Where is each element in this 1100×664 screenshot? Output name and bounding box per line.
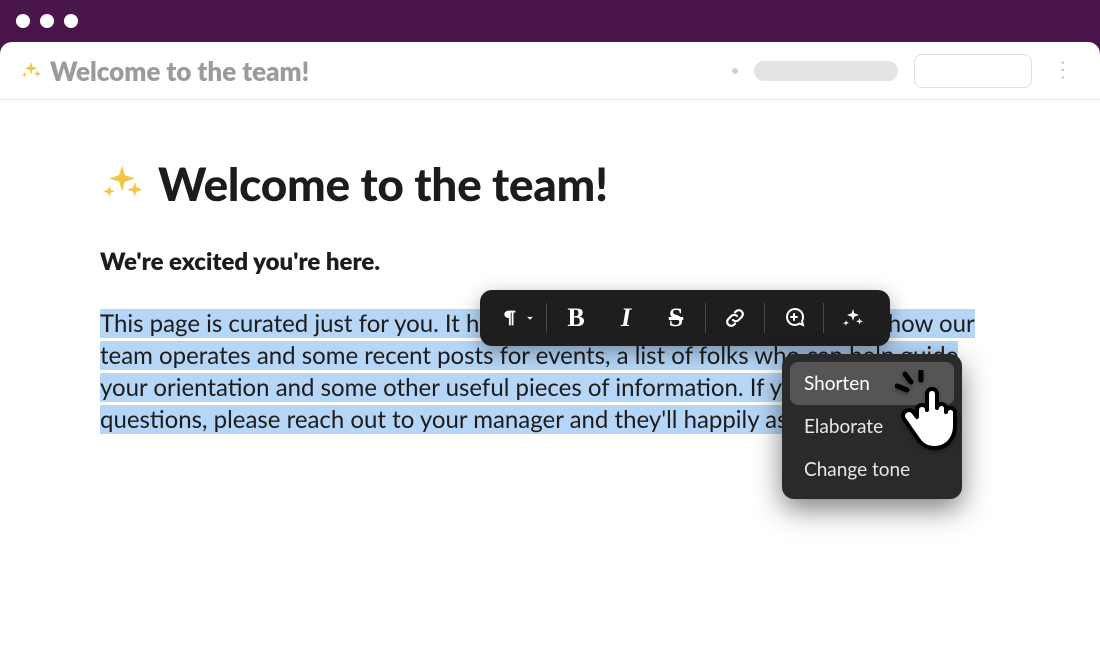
page-title[interactable]: Welcome to the team!: [158, 156, 608, 211]
bold-icon: B: [567, 303, 584, 333]
toolbar-separator: [705, 303, 706, 333]
italic-icon: I: [621, 303, 631, 333]
document-subhead[interactable]: We're excited you're here.: [100, 247, 1000, 276]
ai-menu-item-elaborate[interactable]: Elaborate: [790, 405, 954, 448]
tab-title: Welcome to the team!: [50, 55, 309, 87]
toolbar-separator: [546, 303, 547, 333]
toolbar-separator: [764, 303, 765, 333]
traffic-light-minimize[interactable]: [40, 14, 54, 28]
header-button[interactable]: [914, 54, 1032, 88]
tab-bar: Welcome to the team! ⋯: [0, 42, 1100, 100]
traffic-light-zoom[interactable]: [64, 14, 78, 28]
placeholder-pill: [754, 61, 898, 81]
sparkle-icon: [20, 60, 42, 82]
traffic-light-close[interactable]: [16, 14, 30, 28]
italic-button[interactable]: I: [601, 290, 651, 346]
strikethrough-button[interactable]: S: [651, 290, 701, 346]
link-button[interactable]: [710, 290, 760, 346]
window-titlebar: [0, 0, 1100, 42]
add-comment-icon: [782, 306, 806, 330]
ai-actions-button[interactable]: [828, 290, 878, 346]
ai-menu-item-shorten[interactable]: Shorten: [790, 362, 954, 405]
chevron-down-icon: [523, 311, 537, 325]
tab-bar-actions: ⋯: [732, 54, 1080, 88]
link-icon: [723, 306, 747, 330]
active-tab[interactable]: Welcome to the team!: [20, 55, 309, 87]
toolbar-separator: [823, 303, 824, 333]
sparkle-icon: [841, 306, 865, 330]
paragraph-style-button[interactable]: [492, 290, 542, 346]
tab-separator-dot: [732, 68, 738, 74]
ai-menu-item-change-tone[interactable]: Change tone: [790, 448, 954, 491]
bold-button[interactable]: B: [551, 290, 601, 346]
document-title-row: Welcome to the team!: [100, 156, 1000, 211]
formatting-toolbar: B I S: [480, 290, 890, 346]
add-comment-button[interactable]: [769, 290, 819, 346]
sparkle-icon: [100, 162, 144, 206]
more-icon[interactable]: ⋯: [1050, 55, 1078, 87]
app-window: Welcome to the team! ⋯ Welcome to the te…: [0, 42, 1100, 664]
ai-actions-menu: Shorten Elaborate Change tone: [782, 354, 962, 499]
strikethrough-icon: S: [669, 303, 683, 333]
paragraph-icon: [497, 307, 519, 329]
